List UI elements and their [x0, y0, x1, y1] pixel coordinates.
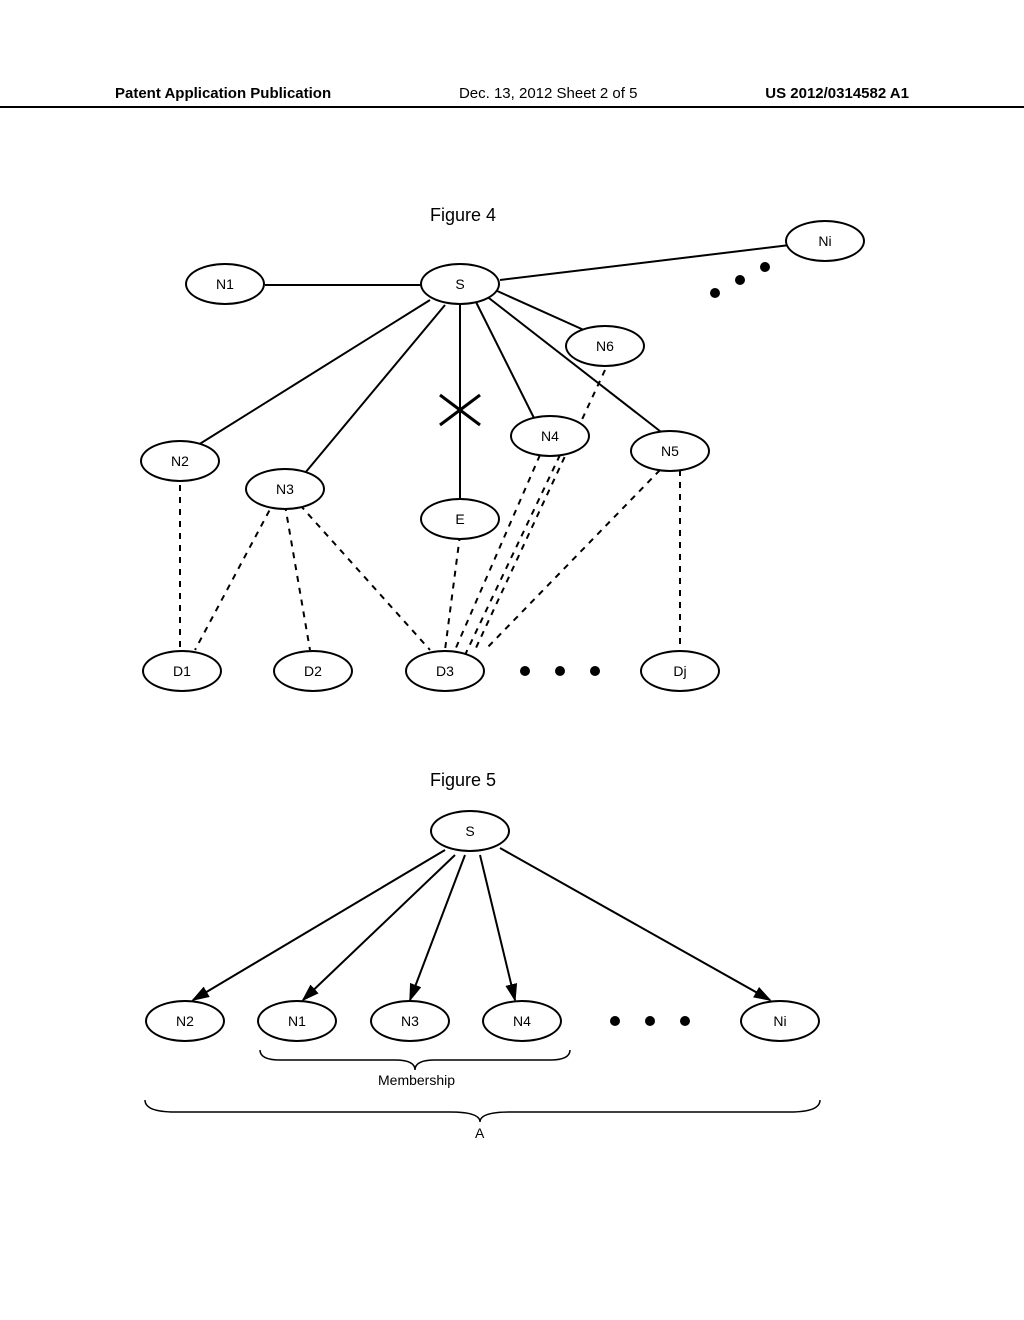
node-dj-fig4: Dj	[640, 650, 720, 692]
node-d1-fig4: D1	[142, 650, 222, 692]
ellipsis-dot	[710, 288, 720, 298]
node-n4-fig5: N4	[482, 1000, 562, 1042]
publication-type: Patent Application Publication	[115, 85, 331, 102]
node-n5-fig4: N5	[630, 430, 710, 472]
ellipsis-dot	[590, 666, 600, 676]
node-n4-fig4: N4	[510, 415, 590, 457]
node-s-fig4: S	[420, 263, 500, 305]
node-n3-fig4: N3	[245, 468, 325, 510]
publication-number: US 2012/0314582 A1	[765, 85, 909, 102]
figure-4-title: Figure 4	[430, 205, 496, 226]
membership-label: Membership	[378, 1072, 455, 1088]
node-s-fig5: S	[430, 810, 510, 852]
ellipsis-dot	[555, 666, 565, 676]
node-n2-fig4: N2	[140, 440, 220, 482]
node-n1-fig5: N1	[257, 1000, 337, 1042]
figure-4-edges	[0, 0, 1024, 750]
a-label: A	[475, 1125, 484, 1141]
ellipsis-dot	[520, 666, 530, 676]
node-n3-fig5: N3	[370, 1000, 450, 1042]
page-header: Patent Application Publication Dec. 13, …	[0, 85, 1024, 108]
node-ni-fig5: Ni	[740, 1000, 820, 1042]
node-n1-fig4: N1	[185, 263, 265, 305]
ellipsis-dot	[610, 1016, 620, 1026]
node-d2-fig4: D2	[273, 650, 353, 692]
node-e-fig4: E	[420, 498, 500, 540]
date-sheet: Dec. 13, 2012 Sheet 2 of 5	[459, 85, 637, 102]
node-n2-fig5: N2	[145, 1000, 225, 1042]
node-d3-fig4: D3	[405, 650, 485, 692]
ellipsis-dot	[645, 1016, 655, 1026]
ellipsis-dot	[680, 1016, 690, 1026]
ellipsis-dot	[760, 262, 770, 272]
node-n6-fig4: N6	[565, 325, 645, 367]
ellipsis-dot	[735, 275, 745, 285]
figure-5-title: Figure 5	[430, 770, 496, 791]
node-ni-fig4: Ni	[785, 220, 865, 262]
